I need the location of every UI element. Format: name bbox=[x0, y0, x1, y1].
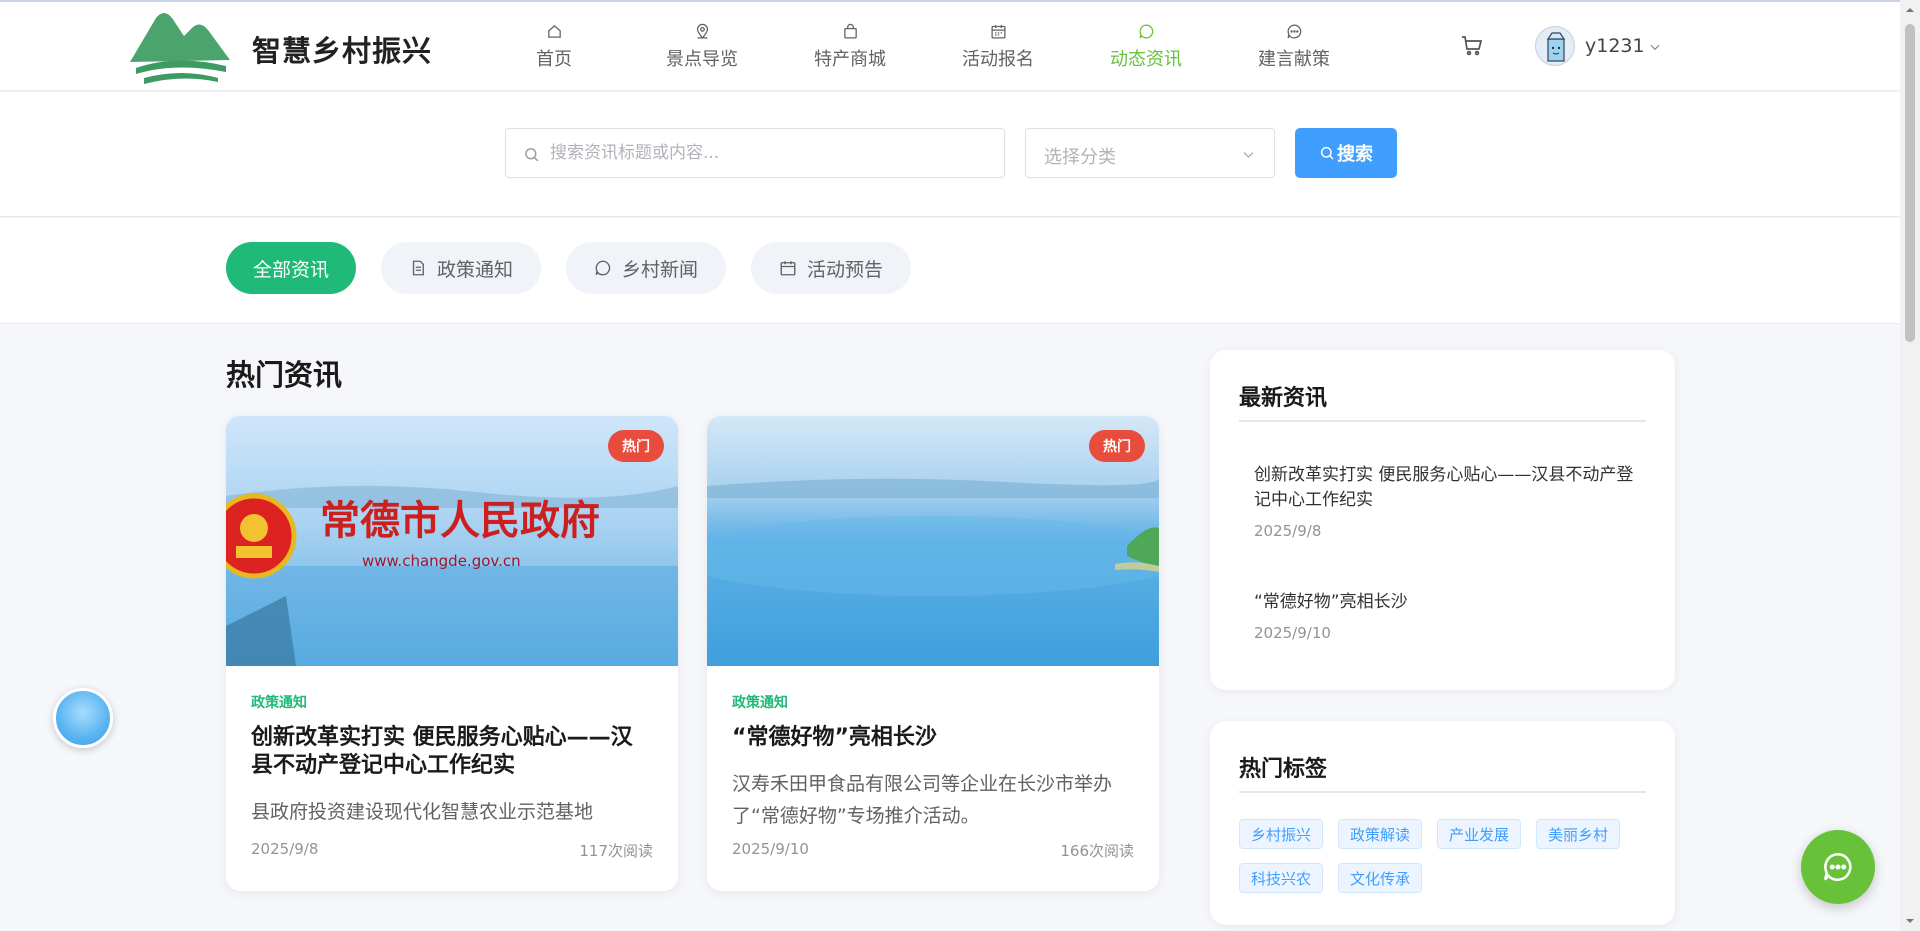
category-select[interactable]: 选择分类 bbox=[1025, 128, 1275, 178]
divider bbox=[1239, 420, 1646, 422]
tab-all[interactable]: 全部资讯 bbox=[226, 242, 356, 294]
hot-badge: 热门 bbox=[608, 430, 664, 462]
scroll-up-arrow-icon[interactable] bbox=[1905, 5, 1915, 15]
nav-mall[interactable]: 特产商城 bbox=[776, 2, 924, 92]
shopping-bag-icon bbox=[843, 23, 857, 39]
home-icon bbox=[547, 24, 561, 38]
chat-dots-icon bbox=[1823, 852, 1852, 881]
nav-home[interactable]: 首页 bbox=[480, 2, 628, 92]
tags-title: 热门标签 bbox=[1239, 757, 1328, 782]
banner-url: www.changde.gov.cn bbox=[362, 552, 521, 570]
tag[interactable]: 科技兴农 bbox=[1239, 863, 1324, 893]
latest-item[interactable]: “常德好物”亮相长沙 2025/9/10 bbox=[1254, 590, 1644, 642]
calendar-icon bbox=[780, 261, 796, 276]
card-reads: 117次阅读 bbox=[579, 842, 653, 860]
brand-name: 智慧乡村振兴 bbox=[252, 34, 433, 68]
nav-label: 动态资讯 bbox=[1110, 49, 1182, 70]
banner-title: 常德市人民政府 bbox=[320, 499, 600, 543]
chat-bubble-icon bbox=[1138, 24, 1153, 39]
nav-activity[interactable]: 活动报名 bbox=[924, 2, 1072, 92]
milk-carton-avatar-icon bbox=[1546, 32, 1566, 62]
news-card[interactable]: 热门 政策通知 “常德好物”亮相长沙 汉寿禾田甲食品有限公司等企业在长沙市举办了… bbox=[707, 416, 1159, 891]
document-icon bbox=[412, 260, 424, 276]
card-category: 政策通知 bbox=[251, 695, 307, 711]
section-title-hot: 热门资讯 bbox=[226, 358, 343, 392]
tag[interactable]: 文化传承 bbox=[1338, 863, 1423, 893]
map-pin-icon bbox=[696, 23, 708, 39]
search-field[interactable] bbox=[505, 128, 1005, 178]
tag[interactable]: 政策解读 bbox=[1338, 819, 1423, 849]
card-title[interactable]: 创新改革实打实 便民服务心贴心——汉县不动产登记中心工作纪实 bbox=[251, 724, 653, 780]
latest-item-date: 2025/9/10 bbox=[1254, 624, 1331, 642]
card-date: 2025/9/10 bbox=[732, 840, 809, 858]
username[interactable]: y1231 bbox=[1585, 35, 1645, 57]
nav-label: 活动报名 bbox=[962, 49, 1034, 70]
nav-label: 景点导览 bbox=[666, 49, 738, 70]
card-description: 汉寿禾田甲食品有限公司等企业在长沙市举办了“常德好物”专场推介活动。 bbox=[732, 773, 1113, 827]
tab-label: 活动预告 bbox=[806, 258, 883, 281]
card-image: 常德市人民政府 www.changde.gov.cn 热门 bbox=[226, 416, 678, 666]
tag[interactable]: 乡村振兴 bbox=[1239, 819, 1324, 849]
tab-label: 乡村新闻 bbox=[621, 258, 698, 281]
search-icon bbox=[1320, 146, 1334, 160]
main-nav: 首页 景点导览 特产商城 活动报名 动态资讯 建言献策 bbox=[480, 2, 1368, 92]
nav-scenic[interactable]: 景点导览 bbox=[628, 2, 776, 92]
tab-village-news[interactable]: 乡村新闻 bbox=[566, 242, 726, 294]
card-reads: 166次阅读 bbox=[1060, 842, 1134, 860]
scroll-thumb[interactable] bbox=[1905, 24, 1915, 342]
chat-button[interactable] bbox=[1801, 830, 1875, 904]
latest-item-date: 2025/9/8 bbox=[1254, 522, 1322, 540]
latest-title: 最新资讯 bbox=[1239, 386, 1328, 411]
chat-bubble-icon bbox=[595, 260, 611, 276]
card-category: 政策通知 bbox=[732, 695, 788, 711]
top-header: 智慧乡村振兴 首页 景点导览 特产商城 活动报名 动态资讯 建言献策 y1231 bbox=[0, 0, 1900, 90]
card-image: 热门 bbox=[707, 416, 1159, 666]
search-input[interactable] bbox=[550, 129, 990, 177]
nav-label: 首页 bbox=[536, 49, 572, 70]
hot-badge: 热门 bbox=[1089, 430, 1145, 462]
latest-item[interactable]: 创新改革实打实 便民服务心贴心——汉县不动产登记中心工作纪实 2025/9/8 bbox=[1254, 463, 1644, 540]
hot-tags-panel: 热门标签 乡村振兴 政策解读 产业发展 美丽乡村 科技兴农 文化传承 bbox=[1210, 721, 1675, 925]
search-button-label: 搜索 bbox=[1337, 144, 1373, 164]
chevron-down-icon bbox=[1243, 152, 1254, 158]
latest-news-panel: 最新资讯 创新改革实打实 便民服务心贴心——汉县不动产登记中心工作纪实 2025… bbox=[1210, 350, 1675, 690]
scroll-down-arrow-icon[interactable] bbox=[1905, 916, 1915, 926]
floating-assistant-button[interactable] bbox=[53, 688, 113, 748]
tab-label: 政策通知 bbox=[436, 258, 513, 281]
search-band: 选择分类 搜索 bbox=[0, 92, 1900, 217]
news-card[interactable]: 常德市人民政府 www.changde.gov.cn 热门 政策通知 创新改革实… bbox=[226, 416, 678, 891]
tag[interactable]: 产业发展 bbox=[1437, 819, 1522, 849]
user-avatar[interactable] bbox=[1535, 26, 1575, 66]
chevron-down-icon[interactable] bbox=[1648, 40, 1662, 54]
nav-news[interactable]: 动态资讯 bbox=[1072, 2, 1220, 92]
calendar-icon bbox=[990, 25, 1006, 39]
nav-label: 特产商城 bbox=[814, 49, 886, 70]
page-scrollbar[interactable] bbox=[1900, 0, 1920, 931]
divider bbox=[1239, 791, 1646, 793]
latest-item-title[interactable]: “常德好物”亮相长沙 bbox=[1254, 590, 1644, 615]
latest-item-title[interactable]: 创新改革实打实 便民服务心贴心——汉县不动产登记中心工作纪实 bbox=[1254, 463, 1644, 513]
card-description: 县政府投资建设现代化智慧农业示范基地 bbox=[251, 801, 594, 823]
tag[interactable]: 美丽乡村 bbox=[1536, 819, 1621, 849]
card-title[interactable]: “常德好物”亮相长沙 bbox=[732, 724, 1134, 752]
filter-band: 全部资讯 政策通知 乡村新闻 活动预告 bbox=[0, 218, 1900, 324]
logo-icon[interactable] bbox=[126, 6, 236, 86]
tab-label: 全部资讯 bbox=[252, 258, 329, 281]
card-date: 2025/9/8 bbox=[251, 840, 319, 858]
nav-label: 建言献策 bbox=[1258, 49, 1330, 70]
search-button[interactable]: 搜索 bbox=[1295, 128, 1397, 178]
tab-policy[interactable]: 政策通知 bbox=[381, 242, 541, 294]
search-icon bbox=[525, 148, 539, 162]
cart-icon[interactable] bbox=[1460, 34, 1484, 58]
tab-events[interactable]: 活动预告 bbox=[751, 242, 911, 294]
chat-dots-icon bbox=[1286, 24, 1301, 39]
nav-suggest[interactable]: 建言献策 bbox=[1220, 2, 1368, 92]
category-placeholder: 选择分类 bbox=[1044, 147, 1116, 168]
